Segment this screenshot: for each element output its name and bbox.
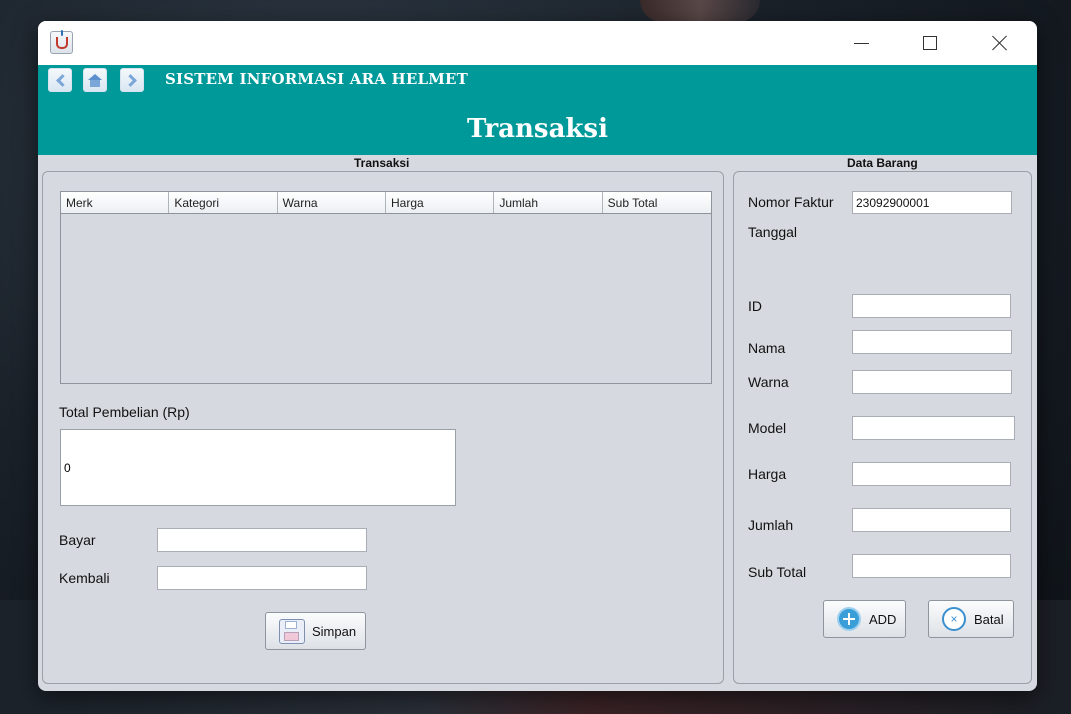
- chevron-left-icon: [55, 73, 69, 87]
- id-input[interactable]: [852, 294, 1011, 318]
- subtotal-input[interactable]: [852, 554, 1011, 578]
- home-icon: [88, 73, 102, 87]
- kembali-input[interactable]: [157, 566, 367, 590]
- harga-label: Harga: [748, 466, 787, 482]
- column-header-jumlah[interactable]: Jumlah: [494, 192, 603, 213]
- add-button[interactable]: ADD: [823, 600, 906, 638]
- simpan-button[interactable]: Simpan: [265, 612, 366, 650]
- bayar-input[interactable]: [157, 528, 367, 552]
- column-header-subtotal[interactable]: Sub Total: [603, 192, 711, 213]
- bayar-label: Bayar: [59, 532, 96, 548]
- column-header-kategori[interactable]: Kategori: [169, 192, 278, 213]
- maximize-button[interactable]: [907, 29, 953, 57]
- cancel-icon: ×: [942, 607, 966, 631]
- chevron-right-icon: [123, 73, 137, 87]
- home-button[interactable]: [83, 68, 107, 92]
- column-header-harga[interactable]: Harga: [386, 192, 495, 213]
- table-header: Merk Kategori Warna Harga Jumlah Sub Tot…: [61, 192, 711, 214]
- nomor-faktur-label: Nomor Faktur: [748, 194, 834, 210]
- jumlah-label: Jumlah: [748, 517, 794, 533]
- app-window: SISTEM INFORMASI ARA HELMET Transaksi Tr…: [38, 21, 1037, 691]
- warna-label: Warna: [748, 374, 789, 390]
- page-title: Transaksi: [467, 114, 608, 144]
- save-icon: [279, 618, 305, 644]
- batal-button[interactable]: × Batal: [928, 600, 1014, 638]
- minimize-button[interactable]: [838, 29, 884, 57]
- nama-label: Nama: [748, 340, 786, 356]
- kembali-label: Kembali: [59, 570, 110, 586]
- harga-input[interactable]: [852, 462, 1011, 486]
- jumlah-input[interactable]: [852, 508, 1011, 532]
- java-app-icon: [50, 29, 73, 54]
- total-pembelian-label: Total Pembelian (Rp): [59, 404, 190, 420]
- subtotal-label: Sub Total: [748, 564, 807, 580]
- forward-button[interactable]: [120, 68, 144, 92]
- transaksi-group-title: Transaksi: [354, 156, 410, 170]
- warna-input[interactable]: [852, 370, 1012, 394]
- tanggal-label: Tanggal: [748, 224, 798, 240]
- desktop-background-detail: [640, 0, 760, 22]
- app-header: SISTEM INFORMASI ARA HELMET Transaksi: [38, 65, 1037, 155]
- id-label: ID: [748, 298, 762, 314]
- data-barang-group-title: Data Barang: [847, 156, 918, 170]
- batal-button-label: Batal: [974, 611, 1004, 627]
- nomor-faktur-input[interactable]: 23092900001: [852, 191, 1012, 214]
- nama-input[interactable]: [852, 330, 1012, 354]
- app-name: SISTEM INFORMASI ARA HELMET: [165, 70, 469, 88]
- back-button[interactable]: [48, 68, 72, 92]
- simpan-button-label: Simpan: [312, 623, 357, 639]
- model-input[interactable]: [852, 416, 1015, 440]
- title-bar: [38, 21, 1037, 65]
- transaction-table[interactable]: Merk Kategori Warna Harga Jumlah Sub Tot…: [60, 191, 712, 384]
- total-pembelian-field[interactable]: 0: [60, 429, 456, 506]
- column-header-merk[interactable]: Merk: [61, 192, 170, 213]
- model-label: Model: [748, 420, 787, 436]
- add-button-label: ADD: [869, 611, 897, 627]
- column-header-warna[interactable]: Warna: [278, 192, 386, 213]
- add-icon: [837, 607, 861, 631]
- close-button[interactable]: [977, 29, 1023, 57]
